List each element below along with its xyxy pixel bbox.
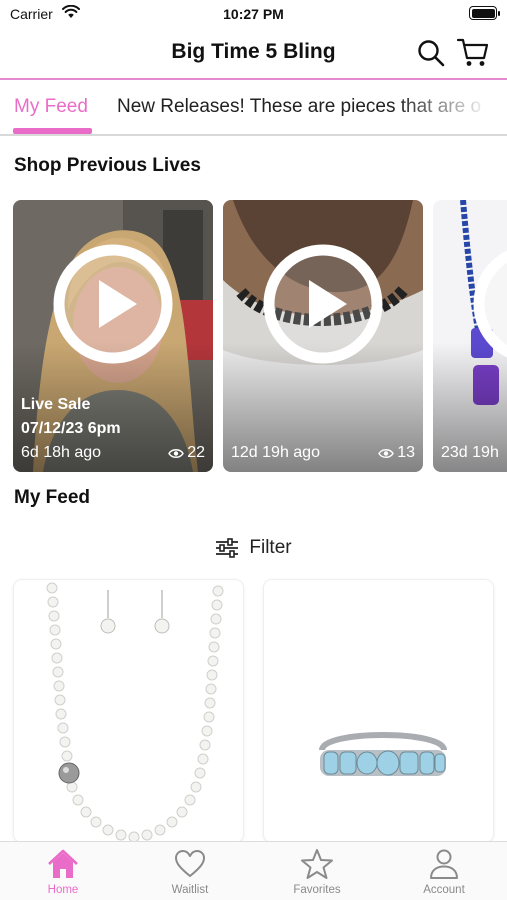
tab-account[interactable]: Account	[381, 842, 507, 900]
feed-tabs: My Feed New Releases! These are pieces t…	[0, 80, 507, 136]
eye-icon	[168, 448, 185, 458]
account-icon	[430, 849, 458, 879]
tab-label: Account	[423, 884, 465, 896]
tab-label: Home	[47, 884, 79, 896]
previous-lives-carousel[interactable]: Live Sale 07/12/23 6pm 6d 18h ago 22 12d…	[0, 200, 507, 472]
filter-label: Filter	[249, 537, 292, 558]
clock: 10:27 PM	[223, 6, 284, 22]
tab-my-feed[interactable]: My Feed	[14, 96, 88, 118]
live-date: 07/12/23 6pm	[21, 420, 121, 437]
tab-home[interactable]: Home	[0, 842, 126, 900]
previous-lives-title: Shop Previous Lives	[14, 155, 201, 176]
bottom-tab-bar: Home Waitlist Favorites Account	[0, 841, 507, 900]
tab-label: Favorites	[293, 884, 341, 896]
live-title: Live Sale	[21, 396, 91, 413]
live-ago: 12d 19h ago	[231, 444, 320, 461]
tab-waitlist[interactable]: Waitlist	[127, 842, 253, 900]
live-card[interactable]: 12d 19h ago 13	[223, 200, 423, 472]
tab-label: Waitlist	[171, 884, 209, 896]
play-icon[interactable]	[263, 244, 383, 364]
feed-title: My Feed	[14, 487, 91, 508]
product-card[interactable]	[264, 580, 493, 842]
app-header: Big Time 5 Bling	[0, 28, 507, 78]
battery-icon	[469, 6, 500, 20]
heart-icon	[175, 850, 205, 877]
live-card[interactable]: 23d 19h	[433, 200, 507, 472]
product-image	[14, 580, 243, 842]
star-icon	[301, 849, 333, 879]
live-views: 13	[378, 444, 415, 462]
eye-icon	[378, 448, 395, 458]
sliders-icon	[216, 538, 239, 558]
tab-favorites[interactable]: Favorites	[254, 842, 380, 900]
status-bar: Carrier 10:27 PM	[0, 0, 507, 28]
views-count: 13	[397, 444, 415, 461]
tabs-divider	[0, 134, 507, 136]
cart-icon[interactable]	[456, 36, 490, 68]
live-card[interactable]: Live Sale 07/12/23 6pm 6d 18h ago 22	[13, 200, 213, 472]
search-icon[interactable]	[416, 38, 446, 68]
views-count: 22	[187, 444, 205, 461]
live-views: 22	[168, 444, 205, 462]
live-ago: 23d 19h	[441, 444, 499, 461]
product-image	[264, 580, 493, 842]
filter-button[interactable]: Filter	[0, 533, 507, 563]
product-card[interactable]	[14, 580, 243, 842]
play-icon[interactable]	[53, 244, 173, 364]
play-icon[interactable]	[473, 244, 507, 364]
live-ago: 6d 18h ago	[21, 444, 102, 461]
home-icon	[48, 849, 78, 878]
